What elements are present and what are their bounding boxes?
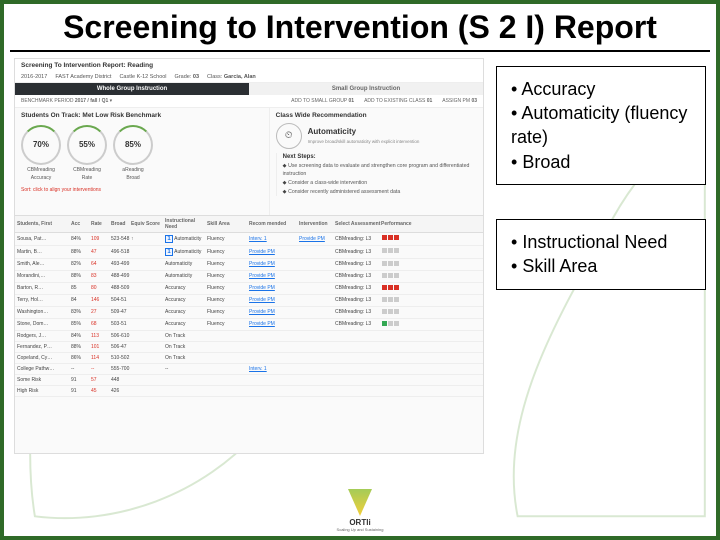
gauge-broad: 85%	[113, 125, 153, 165]
period-value: 2016-2017	[21, 74, 47, 80]
col-int[interactable]: Intervention	[299, 221, 335, 227]
table-row[interactable]: College Pathw…----555-700 --Interv. 1	[15, 364, 483, 375]
tab-small-group[interactable]: Small Group Instruction	[249, 83, 483, 95]
col-broad[interactable]: Broad	[111, 221, 131, 227]
table-row[interactable]: Rodgers, J…84%113506-610 On Track	[15, 331, 483, 342]
sort-callout[interactable]: Sort: click to align your interventions	[21, 187, 263, 193]
ortii-logo: ORTIi Scaling Up and Sustaining	[331, 486, 389, 532]
assign-pm-label: ASSIGN PM	[442, 98, 470, 104]
gauge-rate-sub: Rate	[67, 175, 107, 181]
page-title: Screening to Intervention (S 2 I) Report	[4, 4, 716, 50]
title-underline	[10, 50, 710, 52]
gauge-accuracy: 70%	[21, 125, 61, 165]
automaticity-sub: Improve broad/skill automaticity with ex…	[308, 139, 420, 144]
smallgroup-label: ADD TO SMALL GROUP	[291, 98, 347, 104]
logo-sub: Scaling Up and Sustaining	[331, 527, 389, 532]
bullet-skill-area: Skill Area	[511, 254, 691, 278]
report-screenshot: Screening To Intervention Report: Readin…	[14, 58, 484, 454]
logo-text: ORTIi	[331, 518, 389, 527]
district-value: FAST Academy District	[55, 74, 111, 80]
content-area: Screening To Intervention Report: Readin…	[4, 58, 716, 458]
students-table-header: Students, First Acc Rate Broad Equiv Sco…	[15, 216, 483, 233]
callouts-column: Accuracy Automaticity (fluency rate) Bro…	[496, 58, 706, 454]
benchmark-label: BENCHMARK PERIOD	[21, 98, 74, 104]
table-row[interactable]: Fernandez, P…88%101506-47 On Track	[15, 342, 483, 353]
table-row[interactable]: Terry, Hol…84146504-51 AccuracyFluencyPr…	[15, 295, 483, 307]
school-value: Castle K-12 School	[119, 74, 166, 80]
col-equiv[interactable]: Equiv Score	[131, 221, 165, 227]
slide: Screening to Intervention (S 2 I) Report…	[0, 0, 720, 540]
gauge-rate-label: CBMreading	[67, 167, 107, 173]
bullet-accuracy: Accuracy	[511, 77, 691, 101]
callout-box-metrics: Accuracy Automaticity (fluency rate) Bro…	[496, 66, 706, 185]
next-step-3: Consider recently administered assessmen…	[283, 189, 477, 196]
class-recommend-heading: Class Wide Recommendation	[276, 112, 477, 119]
bullet-automaticity: Automaticity (fluency rate)	[511, 101, 691, 150]
gauge-accuracy-label: CBMreading	[21, 167, 61, 173]
col-rate[interactable]: Rate	[91, 221, 111, 227]
teacher-value: Garcia, Alan	[224, 74, 256, 80]
smallgroup-value[interactable]: 01	[349, 98, 355, 104]
bullet-broad: Broad	[511, 150, 691, 174]
callout-box-columns: Instructional Need Skill Area	[496, 219, 706, 290]
benchmark-value[interactable]: 2017 / fall / Q1	[75, 98, 108, 104]
class-add-label: ADD TO EXISTING CLASS	[364, 98, 425, 104]
next-step-1: Use screening data to evaluate and stren…	[283, 163, 477, 178]
col-assess[interactable]: Select Assessment	[335, 221, 381, 227]
col-skill[interactable]: Skill Area	[207, 221, 249, 227]
class-label: Class:	[207, 74, 222, 80]
table-row[interactable]: Morandini,…88%83488-499 AutomaticityFlue…	[15, 271, 483, 283]
table-row[interactable]: Copeland, Cy…86%114510-502 On Track	[15, 353, 483, 364]
col-rec[interactable]: Recom mended	[249, 221, 299, 227]
kpi-area: Students On Track: Met Low Risk Benchmar…	[15, 108, 483, 216]
table-row[interactable]: Martin, B…88%47496-5181 AutomaticityFlue…	[15, 246, 483, 259]
report-breadcrumb: 2016-2017 FAST Academy District Castle K…	[15, 72, 483, 83]
bullet-instructional-need: Instructional Need	[511, 230, 691, 254]
table-row[interactable]: Some Risk9157448	[15, 375, 483, 386]
table-row[interactable]: Washington…83%27509-47 AccuracyFluencyPr…	[15, 307, 483, 319]
tab-whole-group[interactable]: Whole Group Instruction	[15, 83, 249, 95]
table-row[interactable]: Stone, Dom…85%68503-51 AccuracyFluencyPr…	[15, 319, 483, 331]
col-perf[interactable]: Performance	[381, 221, 423, 227]
grade-label: Grade:	[175, 74, 192, 80]
report-title: Screening To Intervention Report: Readin…	[15, 59, 483, 72]
students-table-body: Sousa, Pat…84%109523-548↑1 AutomaticityF…	[15, 233, 483, 397]
gauge-rate: 55%	[67, 125, 107, 165]
gauge-broad-label: aReading	[113, 167, 153, 173]
next-steps-label: Next Steps:	[283, 153, 477, 161]
table-row[interactable]: Barton, R…8580488-509 AccuracyFluencyPro…	[15, 283, 483, 295]
automaticity-label: Automaticity	[308, 127, 420, 136]
gauge-accuracy-sub: Accuracy	[21, 175, 61, 181]
next-step-2: Consider a class-wide intervention	[283, 180, 477, 187]
class-add-value[interactable]: 01	[427, 98, 433, 104]
logo-mark-icon	[340, 486, 380, 516]
col-student[interactable]: Students, First	[17, 221, 71, 227]
speedometer-icon: ⏲	[276, 123, 302, 149]
grade-value: 03	[193, 74, 199, 80]
gauge-broad-sub: Broad	[113, 175, 153, 181]
table-row[interactable]: Smith, Ale…82%64493-499 AutomaticityFlue…	[15, 259, 483, 271]
filters-bar: BENCHMARK PERIOD 2017 / fall / Q1 ▾ ADD …	[15, 95, 483, 108]
col-need[interactable]: Instructional Need	[165, 218, 207, 230]
instruction-tabs: Whole Group Instruction Small Group Inst…	[15, 83, 483, 95]
col-acc[interactable]: Acc	[71, 221, 91, 227]
table-row[interactable]: Sousa, Pat…84%109523-548↑1 AutomaticityF…	[15, 233, 483, 246]
on-track-heading: Students On Track: Met Low Risk Benchmar…	[21, 112, 263, 119]
table-row[interactable]: High Risk9145426	[15, 386, 483, 397]
assign-pm-value[interactable]: 03	[471, 98, 477, 104]
